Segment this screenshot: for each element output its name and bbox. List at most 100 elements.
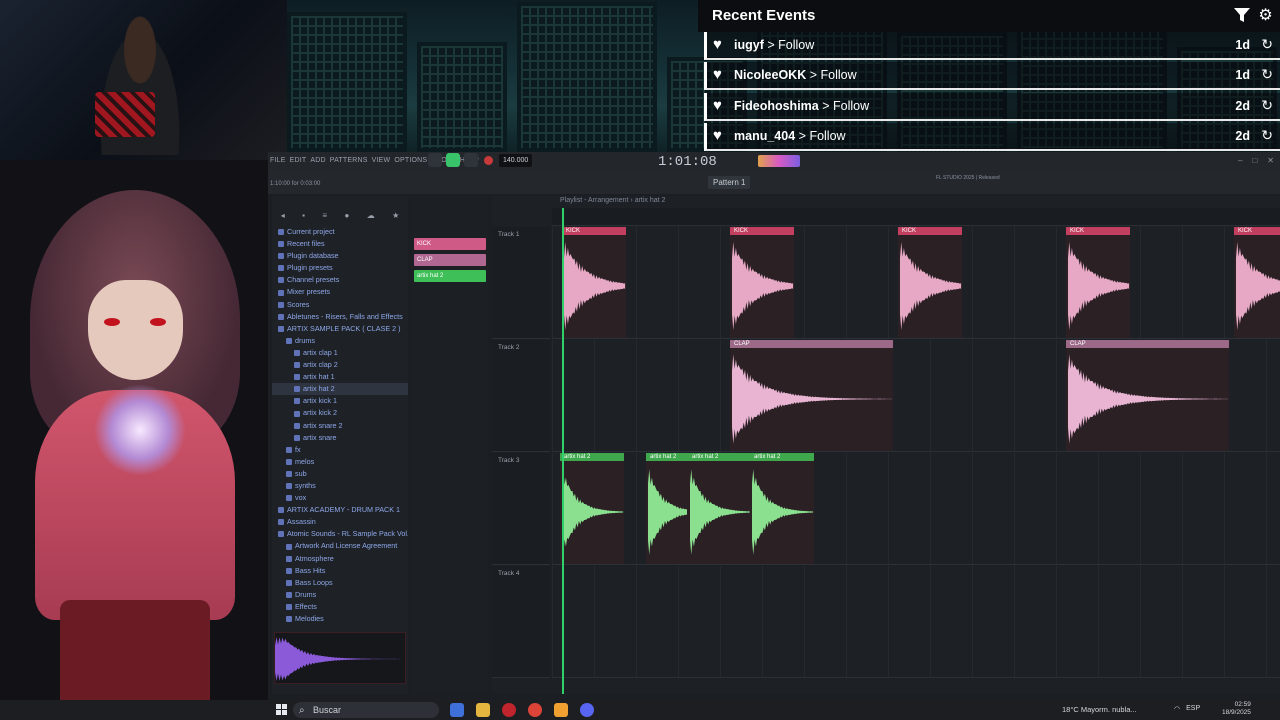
browser-item[interactable]: Drums [272, 589, 408, 601]
browser-item[interactable]: Abletunes - Risers, Falls and Effects [272, 311, 408, 323]
pattern-selector[interactable]: Pattern 1 [708, 176, 751, 189]
audio-clip[interactable]: artix hat 2 [750, 453, 814, 564]
minimize-icon[interactable]: – [1238, 156, 1242, 165]
browser-item[interactable]: artix kick 1 [272, 395, 408, 407]
browser-item[interactable]: Scores [272, 299, 408, 311]
event-row[interactable]: ♥ manu_404 > Follow 2d ↻ [704, 123, 1280, 151]
discord-icon[interactable] [580, 703, 594, 717]
explorer-icon[interactable] [476, 703, 490, 717]
browser-item[interactable]: artix clap 2 [272, 359, 408, 371]
browser-item[interactable]: Atmosphere [272, 553, 408, 565]
browser-item[interactable]: Recent files [272, 238, 408, 250]
browser-item[interactable]: Bass Hits [272, 565, 408, 577]
browser-item[interactable]: Current project [272, 226, 408, 238]
channel-kick[interactable]: KICK [414, 238, 486, 250]
windows-start-icon[interactable] [276, 704, 287, 715]
audio-clip[interactable]: KICK [730, 227, 794, 338]
wifi-icon[interactable]: ◠ [1174, 705, 1180, 713]
fl-studio-icon[interactable] [554, 703, 568, 717]
maximize-icon[interactable]: □ [1252, 156, 1257, 165]
lang-indicator[interactable]: ESP [1186, 705, 1200, 713]
channel-clap[interactable]: CLAP [414, 254, 486, 266]
playhead[interactable] [562, 208, 564, 694]
browser-item[interactable]: Plugin database [272, 250, 408, 262]
audio-clip[interactable]: CLAP [730, 340, 893, 451]
folder-icon[interactable]: ▪ [302, 211, 305, 220]
cloud-icon[interactable]: ☁ [367, 211, 375, 220]
track-lane[interactable]: KICK KICK KICK KICK KICK [552, 227, 1280, 339]
tempo-display[interactable]: 140.000 [499, 153, 533, 167]
track-header[interactable]: Track 2 [492, 340, 550, 452]
replay-icon[interactable]: ↻ [1261, 97, 1273, 114]
browser-item[interactable]: artix clap 1 [272, 347, 408, 359]
clip-header[interactable]: artix hat 2 [560, 453, 624, 461]
edge-icon[interactable] [450, 703, 464, 717]
menu-item[interactable]: FILE [270, 157, 286, 164]
browser-item[interactable]: synths [272, 480, 408, 492]
audio-clip[interactable]: KICK [1234, 227, 1280, 338]
browser-item[interactable]: artix hat 2 [272, 383, 408, 396]
menu-item[interactable]: OPTIONS [394, 157, 427, 164]
stop-button[interactable] [464, 153, 478, 167]
menu-item[interactable]: VIEW [372, 157, 391, 164]
clip-header[interactable]: artix hat 2 [750, 453, 814, 461]
browser-item[interactable]: Assassin [272, 516, 408, 528]
chrome-icon[interactable] [528, 703, 542, 717]
browser-item[interactable]: Atomic Sounds - RL Sample Pack Vol. 3 [272, 528, 408, 540]
browser-item[interactable]: Plugin presets [272, 262, 408, 274]
track-header[interactable]: Track 4 [492, 566, 550, 678]
clip-header[interactable]: KICK [898, 227, 962, 235]
clock[interactable]: 02:59 18/9/2025 [1222, 701, 1251, 717]
timeline-ruler[interactable] [552, 208, 1280, 226]
audio-clip[interactable]: artix hat 2 [646, 453, 688, 564]
browser-item[interactable]: Melodies [272, 613, 408, 625]
track-header[interactable]: Track 3 [492, 453, 550, 565]
menu-item[interactable]: PATTERNS [330, 157, 368, 164]
search-icon[interactable]: ● [344, 211, 349, 220]
menu-item[interactable]: ADD [310, 157, 325, 164]
audio-clip[interactable]: KICK [562, 227, 626, 338]
replay-icon[interactable]: ↻ [1261, 36, 1273, 53]
channel-hat[interactable]: artix hat 2 [414, 270, 486, 282]
arrow-icon[interactable]: ◂ [281, 211, 285, 220]
clip-header[interactable]: KICK [1234, 227, 1280, 235]
track-lane[interactable] [552, 566, 1280, 678]
event-row[interactable]: ♥ NicoleeOKK > Follow 1d ↻ [704, 62, 1280, 90]
star-icon[interactable]: ★ [392, 211, 399, 220]
browser-item[interactable]: Mixer presets [272, 286, 408, 298]
browser-item[interactable]: Effects [272, 601, 408, 613]
event-row[interactable]: ♥ Fideohoshima > Follow 2d ↻ [704, 93, 1280, 121]
clip-header[interactable]: CLAP [1066, 340, 1229, 348]
clip-header[interactable]: KICK [562, 227, 626, 235]
clip-header[interactable]: artix hat 2 [646, 453, 688, 461]
browser-item[interactable]: Bass Loops [272, 577, 408, 589]
close-icon[interactable]: ✕ [1267, 156, 1274, 165]
audio-clip[interactable]: artix hat 2 [688, 453, 750, 564]
gear-icon[interactable]: ⚙ [1257, 7, 1274, 24]
pattern-song-toggle[interactable] [428, 153, 442, 167]
replay-icon[interactable]: ↻ [1261, 127, 1273, 144]
weather-widget[interactable]: 18°C Mayorm. nubla... [1062, 705, 1137, 714]
browser-item[interactable]: vox [272, 492, 408, 504]
event-row[interactable]: ♥ iugyf > Follow 1d ↻ [704, 32, 1280, 60]
browser-item[interactable]: ARTIX SAMPLE PACK ( CLASE 2 ) [272, 323, 408, 335]
browser-item[interactable]: artix snare [272, 432, 408, 444]
browser-item[interactable]: ARTIX ACADEMY - DRUM PACK 1 [272, 504, 408, 516]
record-button[interactable] [484, 155, 493, 165]
taskbar-search[interactable]: ⌕ Buscar [293, 702, 439, 718]
sort-icon[interactable]: ≡ [322, 211, 327, 220]
clip-header[interactable]: artix hat 2 [688, 453, 750, 461]
menu-item[interactable]: EDIT [290, 157, 307, 164]
browser-item[interactable]: artix hat 1 [272, 371, 408, 383]
track-lane[interactable]: CLAP CLAP [552, 340, 1280, 452]
clip-header[interactable]: KICK [1066, 227, 1130, 235]
audio-clip[interactable]: artix hat 2 [560, 453, 624, 564]
clip-header[interactable]: KICK [730, 227, 794, 235]
clip-header[interactable]: CLAP [730, 340, 893, 348]
browser-item[interactable]: Channel presets [272, 274, 408, 286]
audio-clip[interactable]: KICK [898, 227, 962, 338]
opera-icon[interactable] [502, 703, 516, 717]
browser-item[interactable]: fx [272, 444, 408, 456]
track-header[interactable]: Track 1 [492, 227, 550, 339]
track-lane[interactable]: artix hat 2 artix hat 2 artix hat 2 artix h… [552, 453, 1280, 565]
